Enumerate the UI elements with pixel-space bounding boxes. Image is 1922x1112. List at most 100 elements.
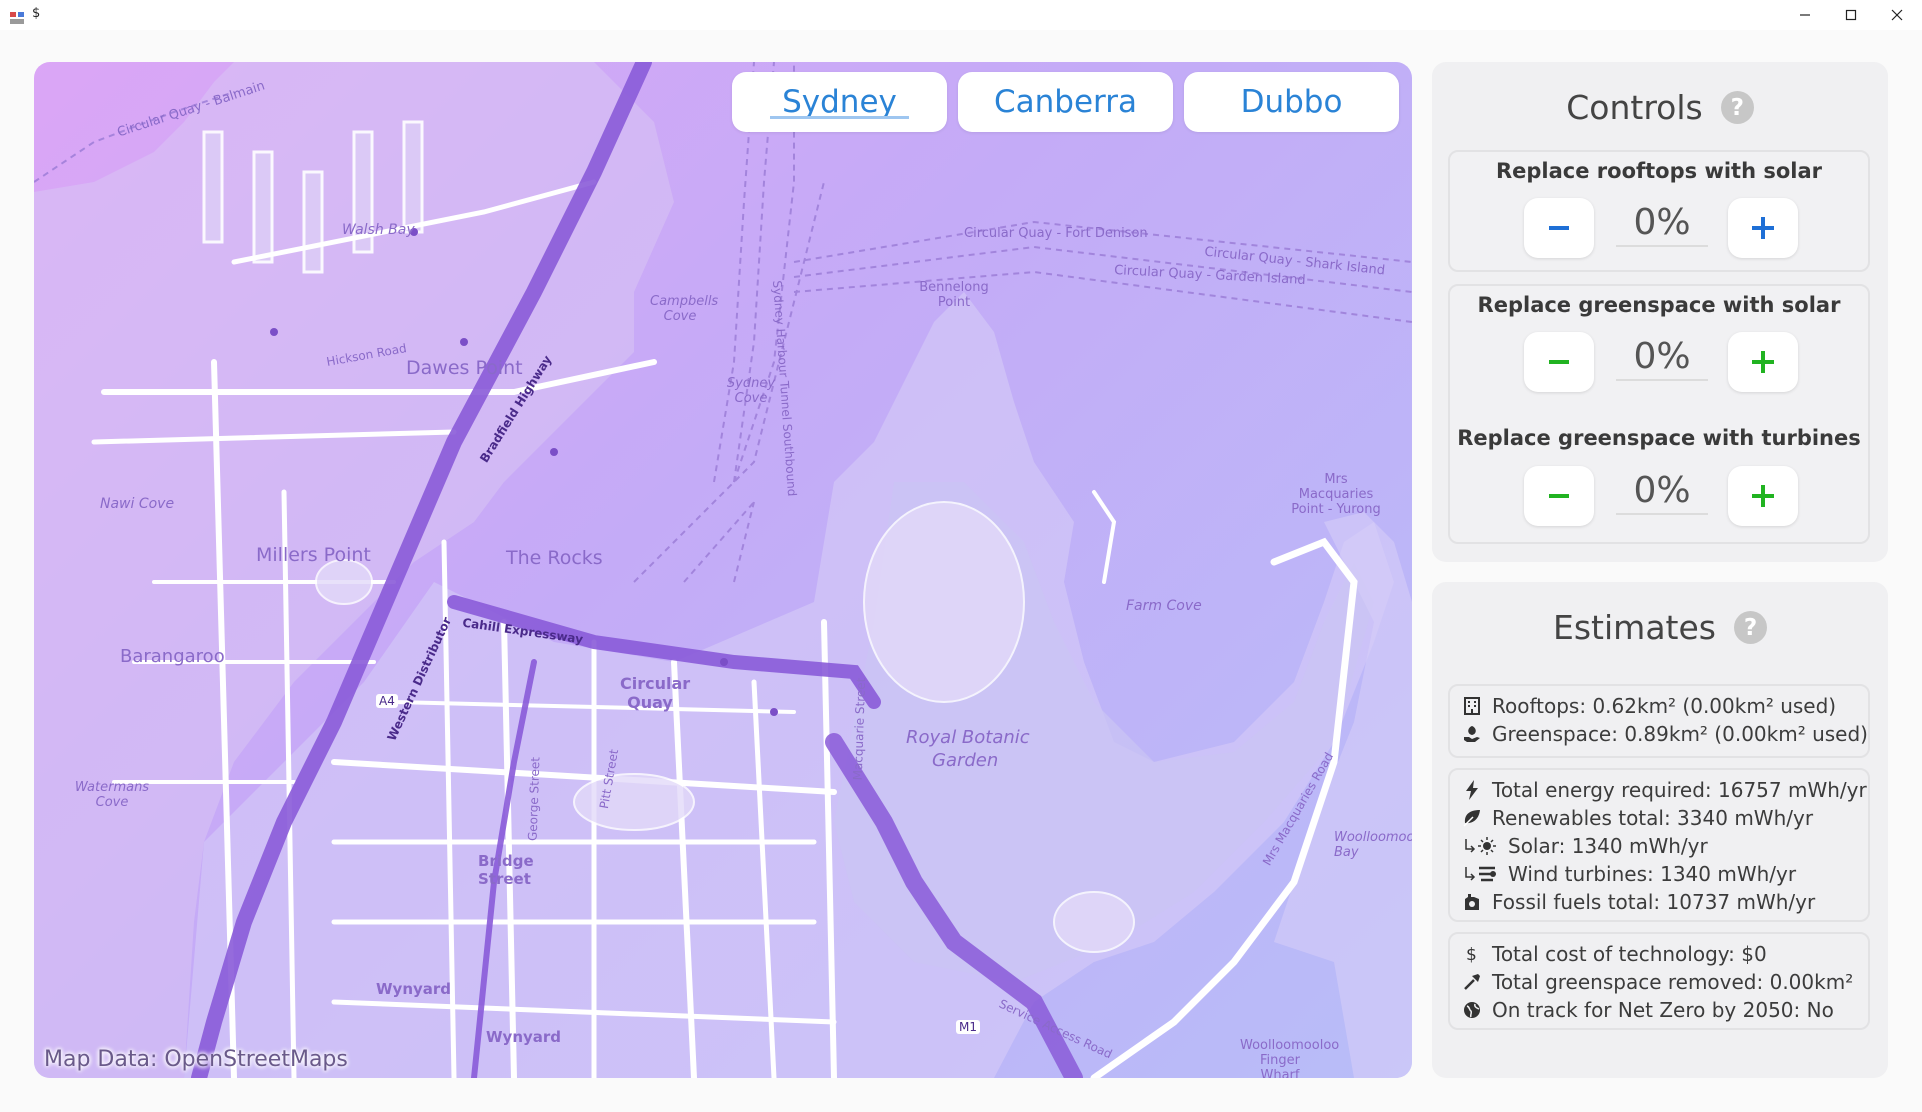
minus-icon	[1549, 226, 1569, 230]
map-label-garden: Garden	[932, 750, 999, 771]
controls-title: Controls	[1566, 88, 1703, 127]
greenspace-turbines-stepper: 0%	[1450, 466, 1868, 528]
rooftops-decrease-button[interactable]	[1524, 198, 1594, 258]
greenspace-turbines-decrease-button[interactable]	[1524, 466, 1594, 526]
map-label-a4: A4	[376, 694, 398, 708]
map-label-wynyard-station: Wynyard	[486, 1028, 562, 1046]
map-label-street: Street	[478, 870, 531, 888]
total-energy-estimate: Total energy required: 16757 mWh/yr	[1450, 776, 1868, 804]
factory-icon	[1462, 892, 1482, 912]
shovel-icon	[1462, 972, 1482, 992]
plus-icon	[1752, 351, 1774, 373]
greenspace-solar-increase-button[interactable]	[1728, 332, 1798, 392]
wind-text: Wind turbines: 1340 mWh/yr	[1508, 862, 1797, 886]
leaf-icon	[1462, 808, 1482, 828]
svg-text:$: $	[1466, 945, 1477, 964]
controls-panel: Controls ? Replace rooftops with solar 0…	[1432, 62, 1888, 562]
close-button[interactable]	[1874, 0, 1920, 30]
map-label-woolloomooloo-finger-wharf: Woolloomooloo Finger Wharf	[1240, 1038, 1340, 1078]
controls-help-icon[interactable]: ?	[1720, 91, 1754, 124]
net-zero-estimate: On track for Net Zero by 2050: No	[1450, 996, 1868, 1024]
plus-icon	[1752, 217, 1774, 239]
greenspace-card: Replace greenspace with solar 0% Replace…	[1448, 284, 1870, 544]
dollar-icon: $	[1462, 944, 1482, 964]
fossil-text: Fossil fuels total: 10737 mWh/yr	[1492, 890, 1816, 914]
summary-estimates: $ Total cost of technology: $0 Total gre…	[1448, 932, 1870, 1030]
map-label-wynyard: Wynyard	[376, 980, 452, 998]
building-icon	[1462, 696, 1482, 716]
greenspace-solar-label: Replace greenspace with solar	[1477, 293, 1841, 317]
map-label-ferry-fort-denison: Circular Quay - Fort Denison	[964, 226, 1148, 241]
map-label-royal-botanic: Royal Botanic	[906, 727, 1030, 748]
net-zero-text: On track for Net Zero by 2050: No	[1492, 998, 1834, 1022]
greenspace-removed-estimate: Total greenspace removed: 0.00km²	[1450, 968, 1868, 996]
map-label-the-rocks: The Rocks	[506, 547, 603, 569]
minimize-icon	[1800, 14, 1810, 16]
rooftops-solar-stepper: 0%	[1450, 198, 1868, 260]
greenspace-solar-value: 0%	[1616, 336, 1708, 381]
minus-icon	[1549, 360, 1569, 364]
wind-turbine-icon	[1462, 864, 1498, 884]
map-label-m1: M1	[956, 1020, 980, 1034]
estimates-header: Estimates ?	[1432, 608, 1888, 647]
greenspace-estimate-text: Greenspace: 0.89km² (0.00km² used)	[1492, 722, 1868, 746]
cost-estimate: $ Total cost of technology: $0	[1450, 940, 1868, 968]
maximize-button[interactable]	[1828, 0, 1874, 30]
rooftops-increase-button[interactable]	[1728, 198, 1798, 258]
renewables-estimate: Renewables total: 3340 mWh/yr	[1450, 804, 1868, 832]
rooftops-solar-value: 0%	[1616, 202, 1708, 247]
greenspace-solar-stepper: 0%	[1450, 332, 1868, 394]
energy-estimates: Total energy required: 16757 mWh/yr Rene…	[1448, 768, 1870, 922]
map-label-mrs-macquaries-point: Mrs Macquaries Point - Yurong	[1291, 472, 1381, 517]
wind-estimate: Wind turbines: 1340 mWh/yr	[1450, 860, 1868, 888]
window-titlebar: $	[0, 0, 1922, 30]
maximize-icon	[1845, 9, 1857, 21]
rooftops-estimate: Rooftops: 0.62km² (0.00km² used)	[1450, 692, 1868, 720]
map-label-millers-point: Millers Point	[256, 544, 371, 566]
map-label-farm-cove: Farm Cove	[1126, 598, 1202, 614]
greenspace-estimate: Greenspace: 0.89km² (0.00km² used)	[1450, 720, 1868, 748]
tab-canberra[interactable]: Canberra	[958, 72, 1173, 132]
map-label-woolloomooloo-bay: Woolloomooloo Bay	[1334, 830, 1412, 860]
rooftops-solar-card: Replace rooftops with solar 0%	[1448, 150, 1870, 272]
minus-icon	[1549, 494, 1569, 498]
plus-icon	[1752, 485, 1774, 507]
greenspace-turbines-label: Replace greenspace with turbines	[1457, 426, 1861, 450]
map-label-bennelong-point: Bennelong Point	[919, 280, 989, 310]
map-label-circular-quay: Circular Quay	[620, 674, 691, 712]
cost-text: Total cost of technology: $0	[1492, 942, 1767, 966]
solar-text: Solar: 1340 mWh/yr	[1508, 834, 1708, 858]
rooftops-estimate-text: Rooftops: 0.62km² (0.00km² used)	[1492, 694, 1837, 718]
map-label-nawi-cove: Nawi Cove	[100, 496, 175, 512]
greenspace-turbines-value: 0%	[1616, 470, 1708, 515]
tab-sydney[interactable]: Sydney	[732, 72, 947, 132]
rooftops-solar-label: Replace rooftops with solar	[1495, 159, 1823, 183]
map-label-dawes-point: Dawes Point	[406, 357, 523, 379]
greenspace-solar-decrease-button[interactable]	[1524, 332, 1594, 392]
minimize-button[interactable]	[1782, 0, 1828, 30]
window-title: $	[32, 6, 41, 21]
map-label-campbells-cove: Campbells Cove	[650, 294, 719, 324]
fossil-estimate: Fossil fuels total: 10737 mWh/yr	[1450, 888, 1868, 916]
map-view[interactable]: Dawes Point Millers Point The Rocks Bara…	[34, 62, 1412, 1078]
greenspace-turbines-increase-button[interactable]	[1728, 466, 1798, 526]
total-energy-text: Total energy required: 16757 mWh/yr	[1492, 778, 1867, 802]
estimates-title: Estimates	[1553, 608, 1716, 647]
area-estimates: Rooftops: 0.62km² (0.00km² used) Greensp…	[1448, 684, 1870, 758]
greenspace-removed-text: Total greenspace removed: 0.00km²	[1492, 970, 1854, 994]
estimates-panel: Estimates ? Rooftops: 0.62km² (0.00km² u…	[1432, 582, 1888, 1078]
tab-dubbo[interactable]: Dubbo	[1184, 72, 1399, 132]
renewables-text: Renewables total: 3340 mWh/yr	[1492, 806, 1814, 830]
lightning-icon	[1462, 780, 1482, 800]
solar-estimate: Solar: 1340 mWh/yr	[1450, 832, 1868, 860]
sun-icon	[1462, 836, 1498, 856]
map-label-bridge: Bridge	[478, 852, 534, 870]
map-attribution: Map Data: OpenStreetMaps	[44, 1047, 348, 1072]
close-icon	[1891, 9, 1903, 21]
map-label-watermans-cove: Watermans Cove	[74, 780, 150, 810]
app-icon	[10, 9, 24, 24]
leaf-hand-icon	[1462, 724, 1482, 744]
estimates-help-icon[interactable]: ?	[1733, 611, 1767, 644]
map-label-george-street: George Street	[525, 756, 543, 842]
map-label-walsh-bay: Walsh Bay	[342, 222, 415, 238]
